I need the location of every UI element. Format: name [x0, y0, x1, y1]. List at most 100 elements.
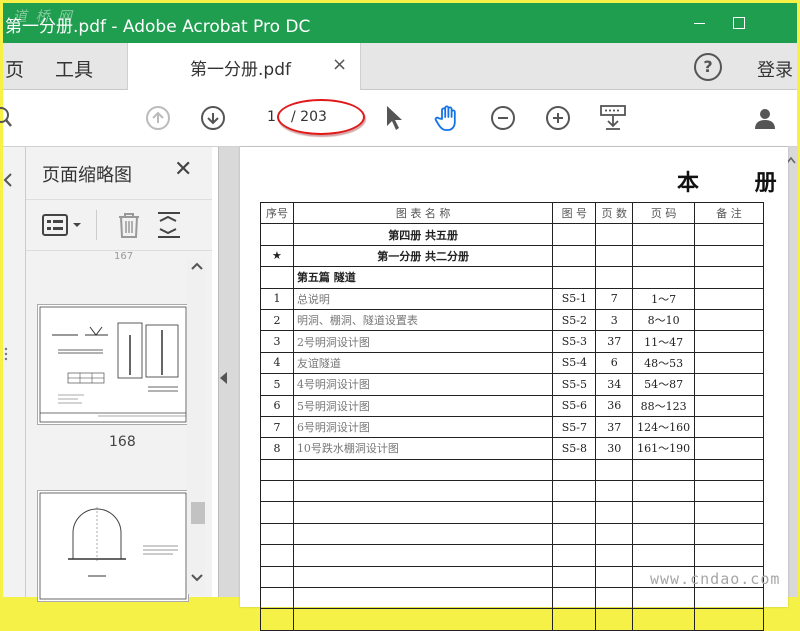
table-row: 2 明洞、棚洞、隧道设置表 S5-2 3 8～10 — [260, 308, 764, 332]
table-cell: S5-1 — [552, 287, 597, 310]
drag-handle-icon[interactable] — [4, 347, 8, 361]
help-icon[interactable]: ? — [694, 53, 722, 81]
thumbnail-toolbar — [26, 199, 212, 251]
column-header: 序号 — [260, 201, 294, 225]
column-header: 页 数 — [595, 201, 634, 225]
zoom-out-icon — [491, 106, 515, 130]
tab-tools[interactable]: 工具 — [55, 55, 93, 82]
previous-page-button[interactable] — [144, 104, 172, 132]
table-cell: 5 — [260, 373, 294, 396]
table-row — [260, 544, 764, 567]
thumbnail-panel-title: 页面缩略图 — [42, 165, 132, 186]
table-cell: 3 — [595, 308, 634, 332]
table-cell: 88～123 — [632, 394, 696, 417]
close-tab-icon[interactable]: × — [332, 54, 347, 75]
table-row: 8 10号跌水棚洞设计图 S5-8 30 161～190 — [260, 437, 764, 460]
thumbnail-panel: 页面缩略图 ✕ 167 168 — [26, 147, 212, 602]
table-cell: 6 — [260, 394, 294, 417]
table-cell: 7 — [595, 287, 634, 310]
zoom-out-button[interactable] — [489, 104, 517, 132]
table-row — [260, 522, 764, 546]
table-cell: 2 — [260, 308, 294, 332]
table-cell: 34 — [595, 373, 634, 396]
close-panel-icon[interactable]: ✕ — [174, 157, 192, 182]
login-button[interactable]: 登录 — [757, 56, 793, 82]
table-cell: 友谊隧道 — [292, 351, 554, 375]
delete-page-button[interactable] — [116, 211, 142, 239]
hand-tool-button[interactable] — [434, 104, 462, 132]
table-cell: 124～160 — [632, 415, 696, 439]
select-tool-button[interactable] — [380, 104, 408, 132]
thumbnail-page-number: 167 — [114, 251, 134, 262]
thumbnail-scrollbar[interactable] — [187, 258, 205, 594]
thumbnail-page-number: 168 — [109, 434, 136, 450]
table-cell: 161～190 — [632, 437, 696, 460]
left-nav-strip — [3, 147, 26, 597]
table-row — [260, 480, 764, 503]
search-button[interactable] — [0, 104, 21, 132]
table-cell: 6 — [595, 351, 634, 375]
list-options-icon — [42, 214, 81, 236]
tab-document[interactable]: 第一分册.pdf × — [127, 43, 361, 90]
zoom-in-button[interactable] — [544, 104, 572, 132]
thumbnail-page-169[interactable] — [37, 490, 189, 602]
collapse-panel-icon[interactable] — [220, 372, 227, 384]
table-cell: 8～10 — [632, 308, 696, 332]
table-cell: 明洞、棚洞、隧道设置表 — [292, 308, 554, 332]
keyboard-icon — [600, 105, 626, 130]
account-button[interactable] — [751, 104, 779, 132]
table-cell: 5号明洞设计图 — [292, 394, 554, 417]
column-header: 页 码 — [632, 201, 696, 225]
chevron-left-icon[interactable] — [3, 173, 13, 187]
table-cell: 1～7 — [632, 287, 696, 310]
table-cell: 37 — [595, 330, 634, 353]
keyboard-tool-button[interactable] — [599, 104, 627, 132]
table-row — [260, 458, 764, 482]
table-cell: 8 — [260, 437, 294, 460]
table-cell: 10号跌水棚洞设计图 — [292, 437, 554, 460]
highlight-annotation — [277, 99, 365, 135]
table-cell: S5-2 — [552, 308, 597, 332]
table-cell: 4号明洞设计图 — [292, 373, 554, 396]
tunnel-drawing-preview-icon — [39, 492, 187, 600]
table-cell: 4 — [260, 351, 294, 375]
title-bar: 道 桥 网 第一分册.pdf - Adobe Acrobat Pro DC — [3, 3, 797, 43]
window-title: 第一分册.pdf - Adobe Acrobat Pro DC — [5, 17, 311, 37]
table-cell: 第五篇 隧道 — [292, 266, 554, 289]
minimize-icon — [693, 22, 705, 24]
options-menu-button[interactable] — [42, 213, 86, 239]
table-row — [260, 608, 764, 631]
document-title: 本 册 — [677, 170, 800, 196]
pdf-page: 本 册 序号 图 表 名 称 图 号 页 数 页 码 备 注 第四册 共五册 ★… — [240, 147, 788, 631]
scrollbar-thumb[interactable] — [191, 502, 205, 524]
table-row: 第五篇 隧道 — [260, 266, 764, 289]
table-row: 4 友谊隧道 S5-4 6 48～53 — [260, 351, 764, 375]
table-cell: 6号明洞设计图 — [292, 415, 554, 439]
table-row: 1 总说明 S5-1 7 1～7 — [260, 287, 764, 310]
thumbnail-page-168[interactable] — [37, 304, 189, 425]
table-row: ★ 第一分册 共二分册 — [260, 244, 764, 268]
current-page-input[interactable]: 1 — [267, 109, 276, 125]
column-header: 图 表 名 称 — [292, 201, 554, 225]
table-row: 5 4号明洞设计图 S5-5 34 54～87 — [260, 373, 764, 396]
maximize-icon — [733, 17, 745, 29]
user-icon — [755, 109, 775, 129]
tab-home[interactable]: 页 — [5, 55, 24, 82]
catalog-table: 序号 图 表 名 称 图 号 页 数 页 码 备 注 第四册 共五册 ★ 第一分册… — [260, 201, 764, 631]
table-cell: 总说明 — [292, 287, 554, 310]
scroll-down-icon[interactable] — [191, 574, 203, 582]
zoom-in-icon — [546, 106, 570, 130]
maximize-button[interactable] — [716, 3, 762, 43]
extract-page-button[interactable] — [156, 211, 190, 239]
table-cell: 37 — [595, 415, 634, 439]
table-cell: 1 — [260, 287, 294, 310]
table-cell: 54～87 — [632, 373, 696, 396]
search-icon — [0, 107, 12, 127]
table-row: 7 6号明洞设计图 S5-7 37 124～160 — [260, 415, 764, 439]
site-watermark: www.cndao.com — [650, 570, 781, 588]
arrow-up-icon — [146, 106, 170, 130]
scroll-up-icon[interactable] — [191, 262, 203, 270]
next-page-button[interactable] — [199, 104, 227, 132]
cursor-arrow-icon — [387, 106, 402, 130]
arrow-down-icon — [201, 106, 225, 130]
